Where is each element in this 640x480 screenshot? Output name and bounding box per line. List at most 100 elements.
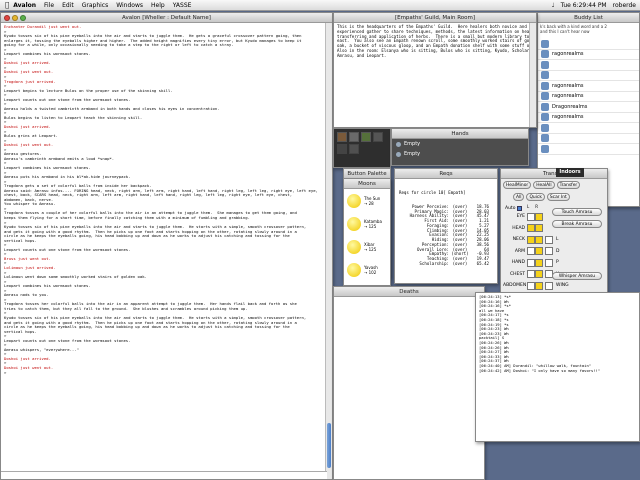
wound-cell[interactable] <box>527 212 535 221</box>
left-hand-value: Empty <box>404 141 421 147</box>
menu-yasse[interactable]: YASSE <box>173 2 192 9</box>
buddy-name: ragonrealms <box>552 51 584 58</box>
menu-help[interactable]: Help <box>151 2 165 9</box>
req-skill: Scholarship: <box>419 260 449 266</box>
wound-cell[interactable] <box>527 235 535 244</box>
indoors-tab: Indoors <box>556 168 584 177</box>
touch-amrasu-button[interactable]: Touch Amrasu <box>552 208 602 216</box>
quick-button[interactable]: Quick <box>526 193 545 201</box>
moon-row: The Sun → 28 <box>344 189 390 212</box>
all-button[interactable]: All <box>513 193 525 201</box>
game-log[interactable]: Enchanter Durandil just went out. > Kyudo … <box>1 23 327 473</box>
apple-menu-icon[interactable]:  <box>5 1 9 9</box>
right-hand-icon <box>396 151 401 157</box>
wound-cell[interactable] <box>527 247 535 256</box>
minimize-button[interactable] <box>12 15 18 21</box>
menu-edit[interactable]: Edit <box>62 2 74 9</box>
buddy-icon <box>541 50 549 59</box>
moon-value: → 28 <box>364 200 374 206</box>
deaths-window: Deaths <box>333 286 485 480</box>
hands-titlebar[interactable]: Hands <box>392 129 528 139</box>
compass-icon <box>349 144 359 154</box>
menubar-user[interactable]: roberde <box>613 2 636 9</box>
volume-icon[interactable]: ♩ <box>552 2 555 9</box>
wound-row: HEAD <box>503 223 543 235</box>
moon-value: → 102 <box>364 269 377 275</box>
wound-cell[interactable] <box>535 281 543 290</box>
moon-icon <box>347 262 361 277</box>
buddy-item[interactable] <box>538 60 639 71</box>
buddy-item[interactable] <box>538 39 639 50</box>
status-panel <box>333 128 391 168</box>
deaths-titlebar[interactable]: Deaths <box>334 287 484 297</box>
status-icon <box>373 132 383 142</box>
moon-row: Xibar → 125 <box>344 235 390 258</box>
moon-name: The Sun <box>364 195 381 201</box>
wound-row: CHEST <box>503 269 543 281</box>
buddy-icon <box>541 134 549 143</box>
buddy-item[interactable]: ragonrealms <box>538 50 639 60</box>
transfer-titlebar[interactable]: Transfer <box>501 169 607 179</box>
menubar-clock[interactable]: Tue 6:29:44 PM <box>561 2 607 9</box>
col-label-left: L <box>527 204 530 209</box>
close-button[interactable] <box>4 15 10 21</box>
buddy-item[interactable]: Dragonrealms <box>538 102 639 113</box>
room-description: This is the headquarters of the Empaths'… <box>334 23 536 61</box>
moon-value: → 125 <box>364 223 377 229</box>
buddy-item[interactable] <box>538 144 639 155</box>
app-menu[interactable]: Avalon <box>13 2 36 9</box>
wound-cell[interactable] <box>535 270 543 279</box>
wound-cell[interactable] <box>535 258 543 267</box>
transfer-button[interactable]: Transfer <box>556 181 581 189</box>
wound-cell[interactable] <box>535 224 543 233</box>
right-hand-value: Empty <box>404 151 421 157</box>
moon-name: Xibar <box>364 241 375 247</box>
buddy-list-titlebar[interactable]: Buddy List <box>538 13 639 23</box>
buddy-item[interactable] <box>538 71 639 81</box>
req-value: 65.42 <box>476 260 489 266</box>
main-scroll-thumb[interactable] <box>327 423 331 468</box>
menu-file[interactable]: File <box>44 2 54 9</box>
reqs-titlebar[interactable]: Reqs <box>395 169 497 179</box>
buddy-snippet: and this I can't hear now <box>540 29 590 34</box>
wound-cell[interactable] <box>527 224 535 233</box>
hands-window: Hands Empty Empty <box>391 128 529 166</box>
room-scrollbar[interactable] <box>529 23 536 127</box>
room-window-titlebar[interactable]: [Empaths' Guild, Main Room] <box>334 13 536 23</box>
wound-cell[interactable] <box>535 212 543 221</box>
scar-int-button[interactable]: Scar Int <box>546 193 570 201</box>
log-line: > <box>4 369 7 375</box>
wound-cell[interactable] <box>527 281 535 290</box>
buddy-icon <box>541 39 549 48</box>
buddy-item[interactable] <box>538 134 639 144</box>
main-window-titlebar[interactable]: Avalon [Wheller : Default Name] <box>1 13 332 23</box>
wound-part-label: ABDOMEN <box>503 283 527 289</box>
wound-cell[interactable] <box>535 235 543 244</box>
buddy-name: ragonrealms <box>552 114 584 121</box>
req-status: (over) <box>452 260 468 266</box>
whisper-amrasu-button[interactable]: Whisper Amrasu <box>552 272 602 280</box>
command-input[interactable] <box>1 471 327 479</box>
status-stand-icon <box>337 132 347 142</box>
buddy-item[interactable]: ragonrealms <box>538 92 639 102</box>
menu-windows[interactable]: Windows <box>116 2 143 9</box>
healminor-button[interactable]: HealMinor <box>503 181 532 189</box>
buddy-item[interactable] <box>538 123 639 134</box>
zoom-button[interactable] <box>20 15 26 21</box>
menu-graphics[interactable]: Graphics <box>82 2 109 9</box>
wound-cell[interactable] <box>535 247 543 256</box>
main-scrollbar[interactable] <box>325 23 332 479</box>
wound-part-label: CHEST <box>510 271 525 277</box>
wound-cell[interactable] <box>527 258 535 267</box>
moons-titlebar[interactable]: Moons <box>344 179 390 189</box>
break-amrasu-button[interactable]: Break Amrasu <box>552 220 602 228</box>
wound-row: NECK <box>503 234 543 246</box>
buddy-item[interactable]: ragonrealms <box>538 113 639 123</box>
room-window: [Empaths' Guild, Main Room] This is the … <box>333 12 537 128</box>
status-icon <box>361 132 371 142</box>
buddy-item[interactable]: ragonrealms <box>538 81 639 92</box>
healall-button[interactable]: HealAll <box>533 181 555 189</box>
main-game-window: Avalon [Wheller : Default Name] Enchante… <box>0 12 333 480</box>
wound-cell[interactable] <box>527 270 535 279</box>
reqs-content: Reqs for circle 10[ Empath] Power Percei… <box>395 179 497 278</box>
